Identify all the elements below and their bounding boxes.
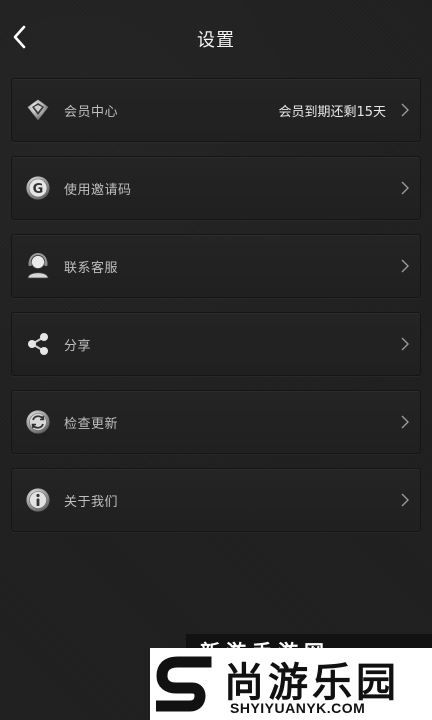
menu-item-label: 分享 (64, 338, 92, 354)
diamond-icon (24, 96, 52, 124)
settings-screen: 设置 会员中心 会员到期还剩15天 G 使用邀请码 联系客服 分享 检查更新 关… (0, 0, 432, 720)
chevron-right-icon (400, 336, 410, 352)
menu-item-label: 使用邀请码 (64, 182, 132, 198)
customer-service-icon (24, 252, 52, 280)
chevron-right-icon (400, 258, 410, 274)
header: 设置 (0, 0, 432, 78)
info-icon (24, 486, 52, 514)
menu-item-label: 会员中心 (64, 104, 119, 120)
chevron-right-icon (400, 102, 410, 118)
menu-item-member-center[interactable]: 会员中心 会员到期还剩15天 (11, 78, 421, 142)
menu-item-share[interactable]: 分享 (11, 312, 421, 376)
share-icon (24, 330, 52, 358)
menu-item-invite-code[interactable]: G 使用邀请码 (11, 156, 421, 220)
watermark-logo-icon (156, 656, 212, 712)
invite-code-icon: G (24, 174, 52, 202)
membership-status: 会员到期还剩15天 (278, 104, 386, 120)
chevron-right-icon (400, 492, 410, 508)
menu-item-about-us[interactable]: 关于我们 (11, 468, 421, 532)
menu-item-customer-service[interactable]: 联系客服 (11, 234, 421, 298)
menu-item-label: 关于我们 (64, 494, 119, 510)
settings-menu: 会员中心 会员到期还剩15天 G 使用邀请码 联系客服 分享 检查更新 关于我们 (11, 78, 421, 546)
watermark-english-text: SHYIYUANYK.COM (230, 700, 366, 716)
chevron-right-icon (400, 414, 410, 430)
page-title: 设置 (197, 30, 235, 51)
watermark: 尚游乐园 SHYIYUANYK.COM (150, 648, 432, 720)
chevron-right-icon (400, 180, 410, 196)
menu-item-label: 检查更新 (64, 416, 119, 432)
menu-item-check-update[interactable]: 检查更新 (11, 390, 421, 454)
svg-text:G: G (33, 182, 44, 197)
menu-item-label: 联系客服 (64, 260, 119, 276)
update-icon (24, 408, 52, 436)
